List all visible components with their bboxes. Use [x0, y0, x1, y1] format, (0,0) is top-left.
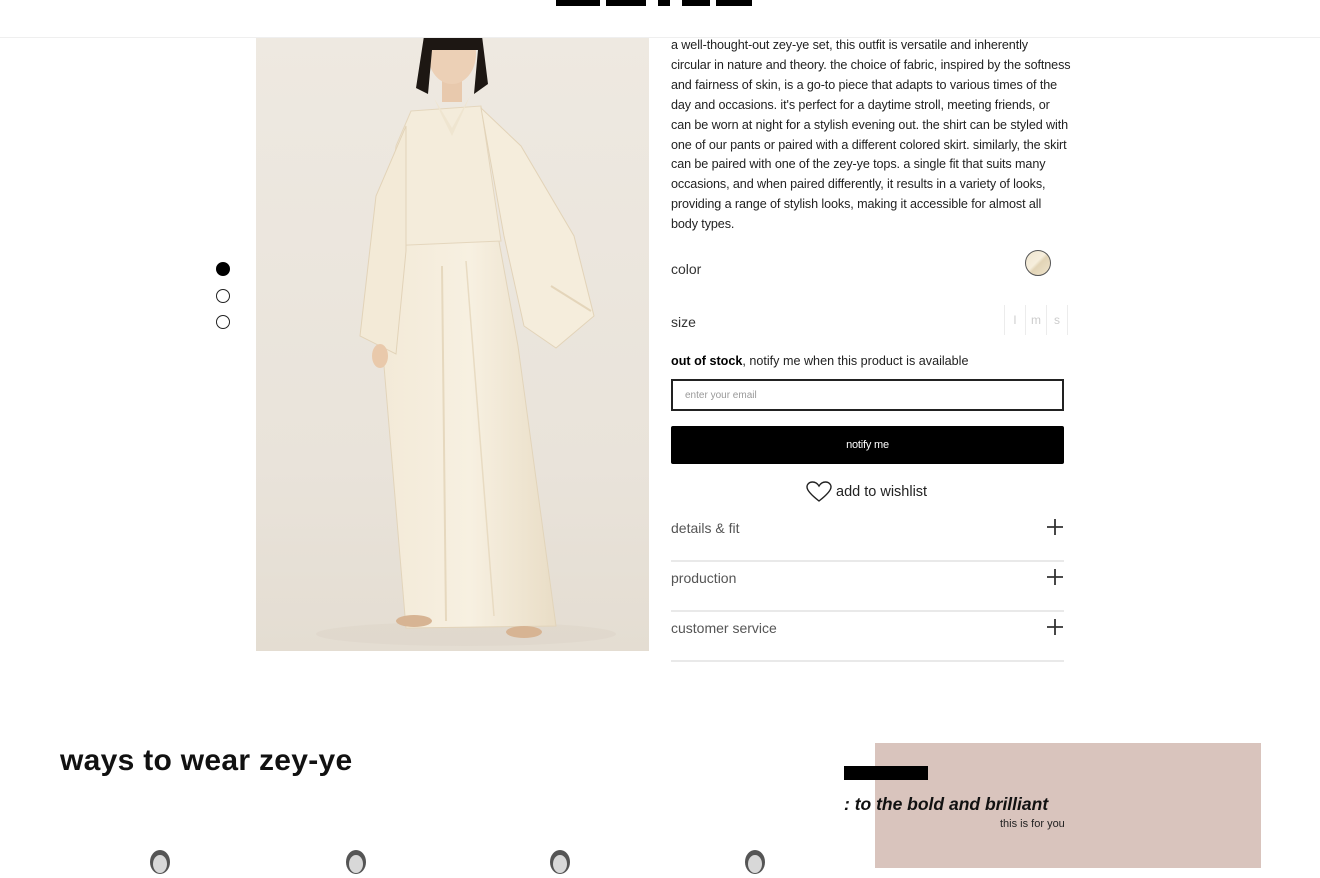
promo-subtitle: this is for you	[1000, 818, 1065, 830]
size-option-m[interactable]: m	[1025, 305, 1046, 335]
plus-icon	[1047, 619, 1063, 635]
accordion-title: customer service	[671, 620, 777, 636]
stock-status-bold: out of stock	[671, 354, 743, 368]
ways-to-wear-title: ways to wear zey-ye	[60, 744, 353, 777]
plus-icon	[1047, 569, 1063, 585]
add-to-wishlist-button[interactable]: add to wishlist	[806, 480, 927, 504]
site-header	[0, 0, 1320, 38]
color-label: color	[671, 261, 702, 277]
model-figure	[316, 36, 616, 646]
promo-accent-bar	[844, 766, 928, 780]
brand-logo[interactable]	[556, 0, 766, 8]
stock-status-text: , notify me when this product is availab…	[742, 354, 969, 368]
size-option-l[interactable]: l	[1004, 305, 1025, 335]
look-thumbnail[interactable]	[545, 848, 575, 878]
size-selector: l m s	[1004, 305, 1068, 335]
look-thumbnail[interactable]	[145, 848, 175, 878]
wishlist-label: add to wishlist	[836, 484, 928, 500]
look-thumbnail[interactable]	[740, 848, 770, 878]
gallery-dot-1[interactable]	[216, 262, 230, 276]
accordion-details-fit[interactable]: details & fit	[671, 512, 1064, 562]
plus-icon	[1047, 519, 1063, 535]
promo-title: : to the bold and brilliant	[844, 794, 1049, 814]
gallery-dot-2[interactable]	[216, 288, 230, 303]
size-label: size	[671, 314, 696, 330]
email-field[interactable]	[671, 379, 1064, 411]
color-swatch[interactable]	[1025, 250, 1051, 276]
accordion-customer-service[interactable]: customer service	[671, 612, 1064, 662]
size-option-s[interactable]: s	[1046, 305, 1068, 335]
gallery-dot-3[interactable]	[216, 315, 230, 329]
look-thumbnail[interactable]	[341, 848, 371, 878]
product-description: a well-thought-out zey-ye set, this outf…	[671, 38, 1071, 232]
stock-status: out of stock, notify me when this produc…	[671, 354, 968, 368]
accordion-title: production	[671, 570, 737, 586]
heart-icon	[806, 481, 832, 502]
accordion-production[interactable]: production	[671, 562, 1064, 612]
gallery-pager	[216, 262, 232, 342]
product-photo[interactable]	[256, 36, 649, 651]
notify-me-button[interactable]: notify me	[671, 426, 1064, 464]
accordion-title: details & fit	[671, 520, 740, 536]
